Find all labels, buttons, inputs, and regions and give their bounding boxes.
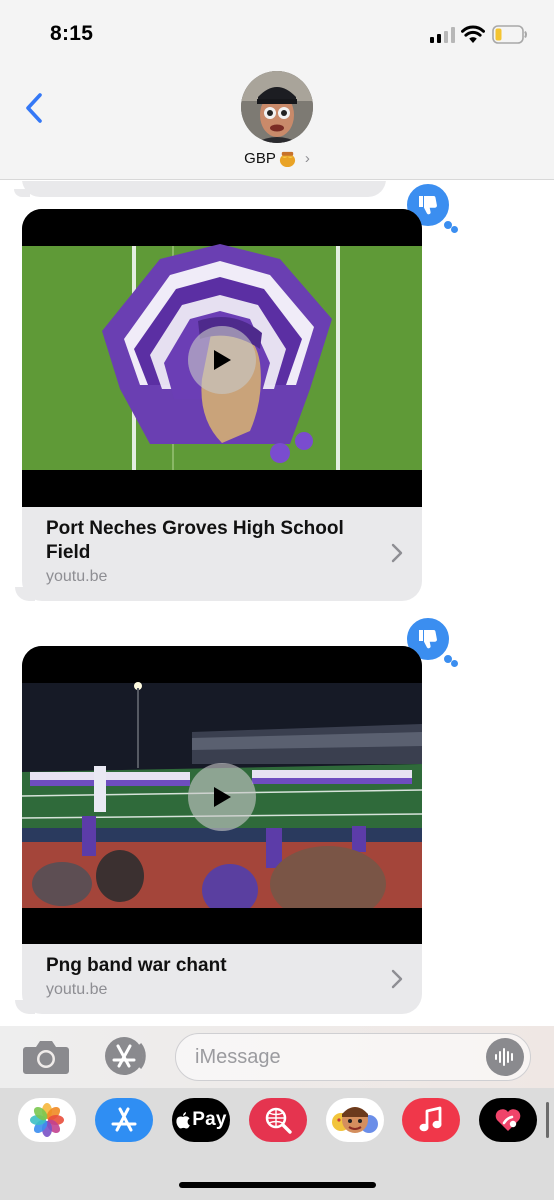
digital-touch-app-button[interactable] bbox=[479, 1098, 537, 1142]
music-app-button[interactable] bbox=[402, 1098, 460, 1142]
link-meta: Png band war chant youtu.be bbox=[22, 944, 422, 1014]
avatar-photo bbox=[241, 71, 313, 143]
memoji-icon bbox=[332, 1107, 378, 1133]
play-button[interactable] bbox=[188, 763, 256, 831]
link-preview-card[interactable]: Port Neches Groves High School Field you… bbox=[22, 209, 422, 601]
chevron-right-icon bbox=[391, 543, 403, 563]
chevron-right-icon: › bbox=[304, 150, 310, 167]
compose-bar: iMessage bbox=[0, 1026, 554, 1088]
app-store-icon bbox=[105, 1037, 146, 1075]
audio-message-button[interactable] bbox=[486, 1038, 524, 1076]
video-thumbnail[interactable] bbox=[22, 646, 422, 944]
honey-pot-icon bbox=[279, 151, 295, 168]
app-store-app-button[interactable] bbox=[95, 1098, 153, 1142]
bubble-tail bbox=[14, 189, 30, 197]
chevron-left-icon bbox=[26, 93, 42, 123]
play-icon bbox=[214, 787, 231, 807]
link-title: Port Neches Groves High School Field bbox=[46, 518, 344, 563]
link-title: Png band war chant bbox=[46, 955, 227, 976]
music-icon bbox=[419, 1106, 442, 1132]
app-store-icon bbox=[111, 1107, 137, 1132]
bubble-tail bbox=[15, 1000, 35, 1014]
contact-name-button[interactable]: GBP › bbox=[0, 149, 554, 168]
status-bar: 8:15 bbox=[0, 0, 554, 64]
chevron-right-icon bbox=[391, 969, 403, 989]
apple-pay-label: Pay bbox=[192, 1109, 227, 1130]
message-input[interactable]: iMessage bbox=[175, 1033, 531, 1081]
video-thumbnail[interactable] bbox=[22, 209, 422, 507]
battery-icon bbox=[492, 25, 527, 44]
previous-message-bubble[interactable] bbox=[22, 181, 386, 197]
play-icon bbox=[214, 350, 231, 370]
audio-waveform-icon bbox=[495, 1048, 513, 1066]
conversation-header: GBP › bbox=[0, 64, 554, 180]
photos-app-button[interactable] bbox=[18, 1098, 76, 1142]
camera-button[interactable] bbox=[22, 1038, 70, 1076]
wifi-icon bbox=[461, 25, 485, 43]
contact-avatar[interactable] bbox=[241, 71, 313, 143]
message-input-placeholder: iMessage bbox=[195, 1045, 281, 1068]
status-time: 8:15 bbox=[50, 22, 94, 45]
link-domain: youtu.be bbox=[46, 981, 108, 998]
play-button[interactable] bbox=[188, 326, 256, 394]
cellular-signal-icon bbox=[430, 27, 456, 43]
imessage-app-drawer: Pay bbox=[0, 1088, 554, 1200]
camera-icon bbox=[23, 1041, 69, 1074]
apps-button[interactable] bbox=[98, 1036, 150, 1076]
memoji-app-button[interactable] bbox=[326, 1098, 384, 1142]
back-button[interactable] bbox=[14, 86, 54, 130]
link-preview-card[interactable]: Png band war chant youtu.be bbox=[22, 646, 422, 1014]
link-meta: Port Neches Groves High School Field you… bbox=[22, 507, 422, 601]
apple-pay-app-button[interactable]: Pay bbox=[172, 1098, 230, 1142]
link-domain: youtu.be bbox=[46, 568, 108, 585]
contact-name: GBP bbox=[244, 150, 276, 167]
message-list[interactable]: Port Neches Groves High School Field you… bbox=[0, 181, 554, 1026]
drawer-scroll-indicator bbox=[546, 1102, 549, 1138]
apple-logo-icon bbox=[176, 1112, 191, 1129]
digital-touch-icon bbox=[495, 1109, 521, 1131]
web-search-app-button[interactable] bbox=[249, 1098, 307, 1142]
bubble-tail bbox=[15, 587, 35, 601]
photos-icon bbox=[30, 1103, 64, 1137]
home-indicator[interactable] bbox=[179, 1182, 376, 1188]
web-search-icon bbox=[265, 1107, 292, 1134]
